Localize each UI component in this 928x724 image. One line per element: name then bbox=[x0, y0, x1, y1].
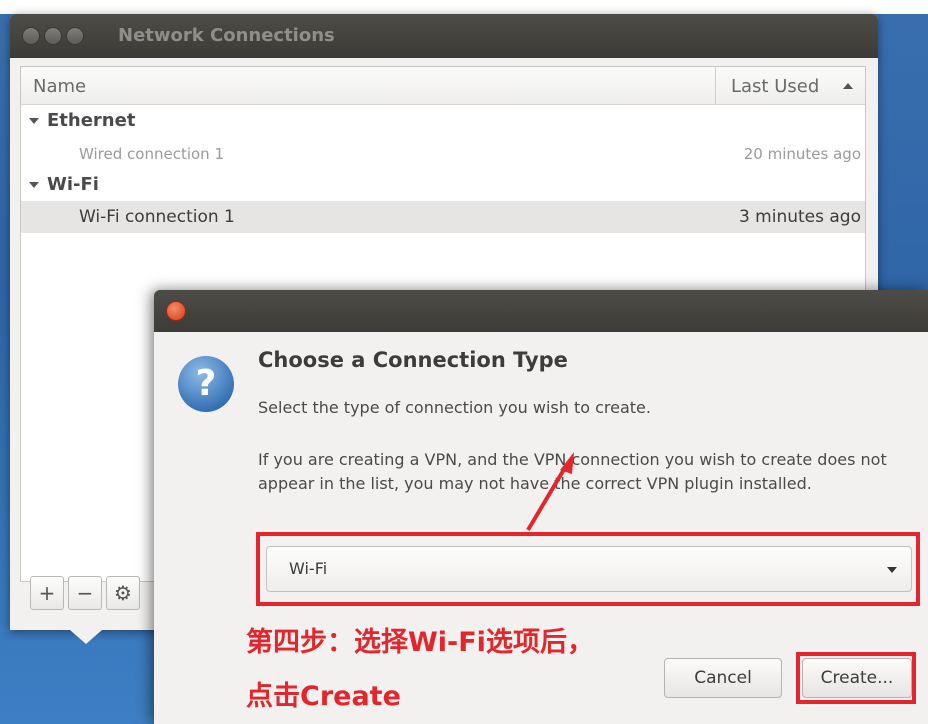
annotation-arrow-icon bbox=[526, 452, 574, 532]
annotation-arrow-line bbox=[526, 464, 568, 532]
